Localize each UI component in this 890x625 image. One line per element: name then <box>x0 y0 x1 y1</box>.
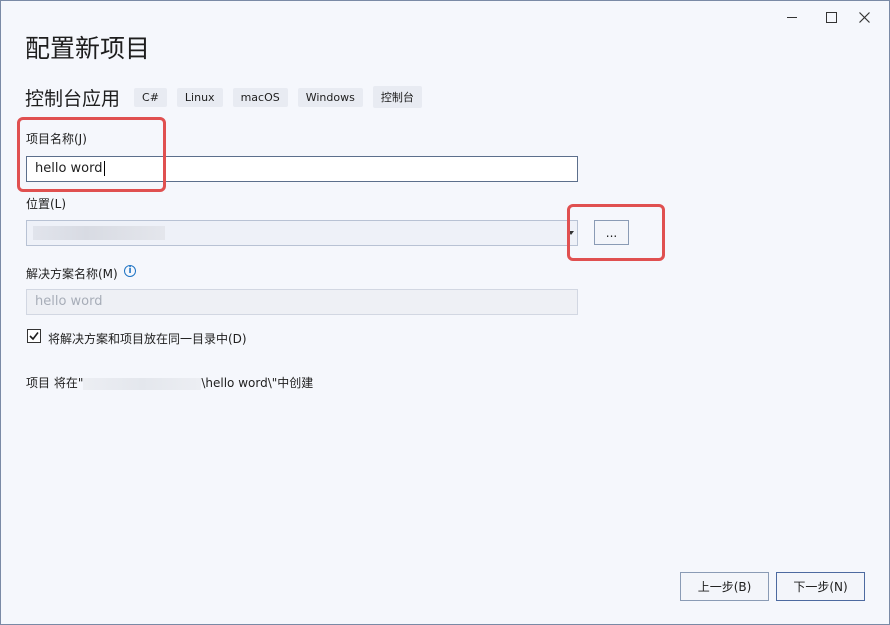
back-button[interactable]: 上一步(B) <box>680 572 769 601</box>
highlight-box-project-name <box>17 117 166 192</box>
template-tag: C# <box>134 87 167 107</box>
close-button[interactable] <box>846 5 882 29</box>
template-tag: Windows <box>297 87 363 107</box>
same-directory-label[interactable]: 将解决方案和项目放在同一目录中(D) <box>48 330 247 347</box>
dialog-window: 配置新项目 控制台应用 C# Linux macOS Windows 控制台 项… <box>0 0 890 625</box>
template-tag: 控制台 <box>372 86 422 108</box>
page-title: 配置新项目 <box>25 34 151 63</box>
location-label: 位置(L) <box>26 197 67 211</box>
location-value-redacted <box>33 226 165 240</box>
highlight-box-browse <box>567 204 665 261</box>
minimize-icon <box>787 16 797 18</box>
maximize-button[interactable] <box>813 5 849 29</box>
next-button[interactable]: 下一步(N) <box>776 572 865 601</box>
checkmark-icon <box>29 332 39 341</box>
path-redacted <box>83 377 202 390</box>
location-combobox[interactable] <box>26 220 578 246</box>
solution-name-label: 解决方案名称(M) <box>26 267 118 281</box>
template-info: 控制台应用 C# Linux macOS Windows 控制台 <box>25 84 432 110</box>
template-name: 控制台应用 <box>25 87 121 110</box>
minimize-button[interactable] <box>774 5 810 29</box>
maximize-icon <box>825 11 837 23</box>
same-directory-checkbox[interactable] <box>27 329 41 343</box>
summary-prefix: 项目 将在" <box>26 376 84 390</box>
creation-path-summary: 项目 将在" \hello word\"中创建 <box>26 374 313 391</box>
summary-suffix: \hello word\"中创建 <box>201 376 314 390</box>
close-icon <box>858 11 870 23</box>
info-icon[interactable]: i <box>124 265 136 277</box>
template-tag: Linux <box>176 87 223 107</box>
solution-name-input[interactable]: hello word <box>26 289 578 315</box>
template-tag: macOS <box>232 87 288 107</box>
